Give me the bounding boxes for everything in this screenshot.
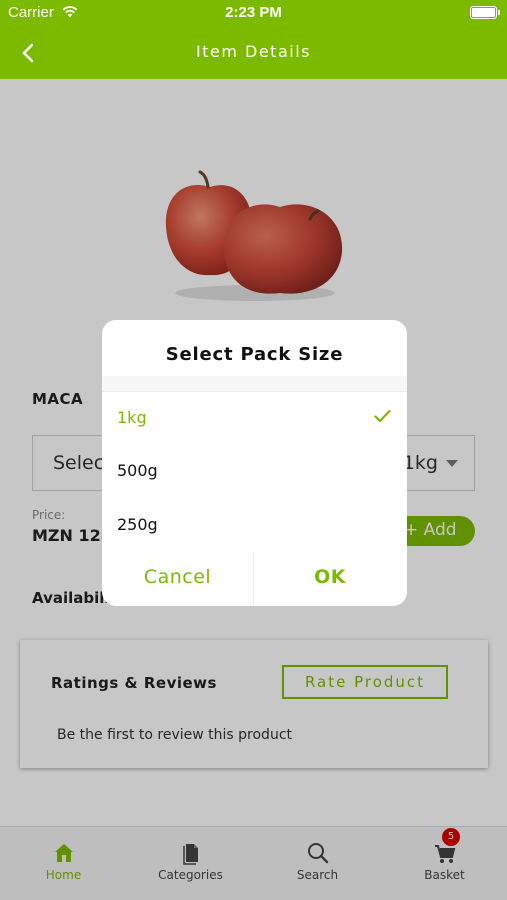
dialog-title: Select Pack Size bbox=[165, 344, 344, 365]
pack-option-1kg[interactable]: 1kg bbox=[102, 392, 407, 442]
status-bar: Carrier 2:23 PM bbox=[0, 0, 507, 26]
pack-size-dialog: Select Pack Size 1kg 500g 250g Cancel OK bbox=[102, 320, 407, 606]
cancel-button[interactable]: Cancel bbox=[102, 552, 254, 606]
ok-button[interactable]: OK bbox=[254, 552, 406, 606]
battery-icon bbox=[470, 6, 500, 19]
option-label: 500g bbox=[117, 461, 158, 480]
checkmark-icon bbox=[374, 409, 391, 423]
pack-option-250g[interactable]: 250g bbox=[102, 499, 407, 549]
page-title: Item Details bbox=[196, 42, 311, 61]
clock: 2:23 PM bbox=[225, 4, 282, 21]
option-label: 1kg bbox=[117, 408, 147, 427]
dialog-actions: Cancel OK bbox=[102, 552, 407, 606]
option-label: 250g bbox=[117, 515, 158, 534]
pack-option-500g[interactable]: 500g bbox=[102, 445, 407, 495]
dialog-divider bbox=[102, 376, 407, 392]
nav-bar: Item Details bbox=[0, 26, 507, 79]
